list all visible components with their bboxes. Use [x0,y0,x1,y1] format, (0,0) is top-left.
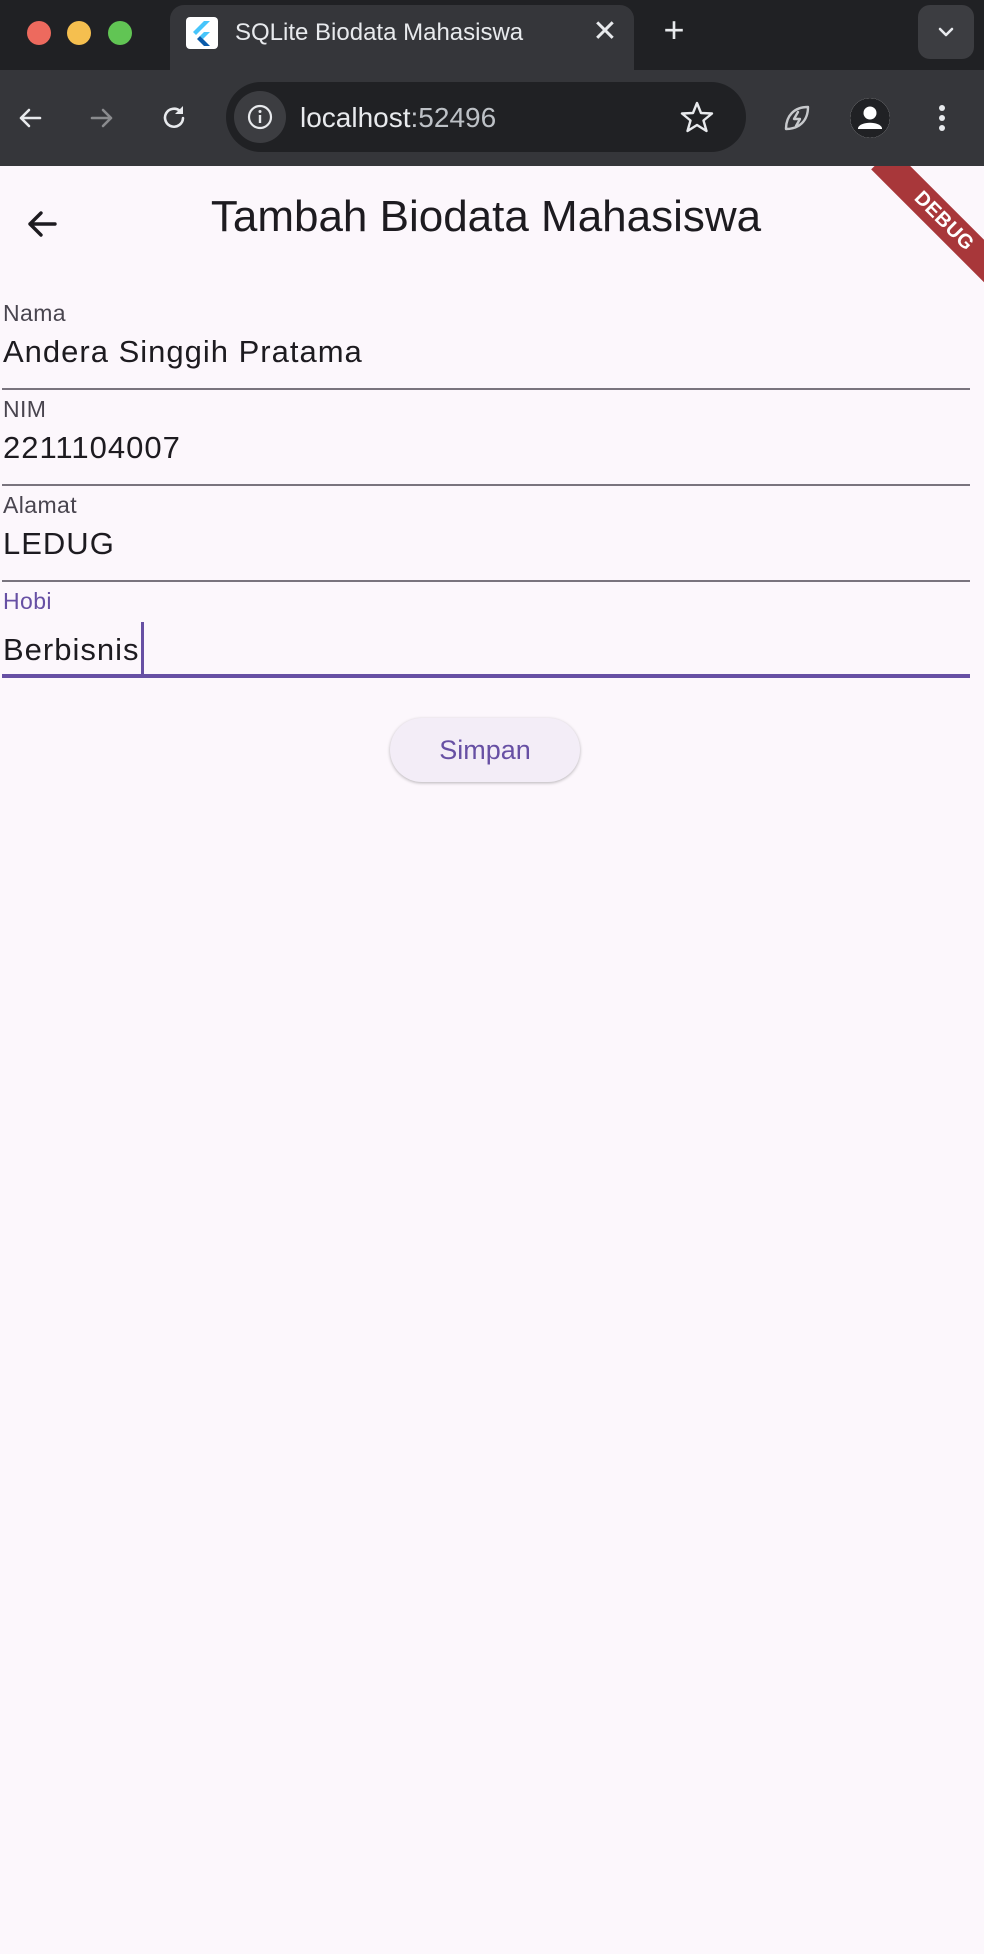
nama-label: Nama [3,300,66,326]
reload-icon [163,106,185,128]
nim-input[interactable]: 2211104007 [3,430,181,466]
window-minimize-button[interactable] [67,21,91,45]
tab-search-button[interactable] [918,5,974,59]
hobi-field[interactable]: Hobi Berbisnis [0,588,970,684]
avatar-icon[interactable] [850,98,890,138]
page-title: Tambah Biodata Mahasiswa [210,192,762,241]
browser-menu-button[interactable] [918,94,966,142]
address-bar[interactable]: localhost:52496 [226,82,746,152]
app-viewport: Tambah Biodata Mahasiswa DEBUG Nama Ande… [0,166,984,1954]
nama-input[interactable]: Andera Singgih Pratama [3,334,363,370]
reload-button[interactable] [150,94,198,142]
nama-underline [2,388,970,390]
alamat-label: Alamat [3,492,77,518]
hobi-underline [2,674,970,678]
extension-button[interactable] [773,94,821,142]
site-info-button[interactable] [234,91,286,143]
plus-icon[interactable]: + [656,12,692,48]
browser-tab-bar: SQLite Biodata Mahasiswa ✕ + [0,0,984,70]
hobi-input-wrapper[interactable]: Berbisnis [3,622,144,674]
chevron-down-icon [938,27,954,37]
info-icon [247,104,273,130]
url-text: localhost:52496 [300,102,496,134]
flutter-logo-icon [186,17,218,49]
url-port: :52496 [410,102,497,133]
alamat-field[interactable]: Alamat LEDUG [0,492,970,582]
alamat-input[interactable]: LEDUG [3,526,115,562]
forward-button[interactable] [78,94,126,142]
arrow-left-icon [19,108,42,128]
hobi-input[interactable]: Berbisnis [3,632,140,667]
app-bar: Tambah Biodata Mahasiswa [0,166,984,278]
star-icon[interactable] [678,98,716,136]
save-button[interactable]: Simpan [390,718,580,782]
text-cursor [140,622,144,674]
arrow-right-icon [90,108,113,128]
nama-field[interactable]: Nama Andera Singgih Pratama [0,300,970,390]
back-button[interactable] [6,94,54,142]
alamat-underline [2,580,970,582]
nim-underline [2,484,970,486]
tab-title: SQLite Biodata Mahasiswa [235,19,524,46]
close-icon[interactable]: ✕ [588,15,622,49]
nim-label: NIM [3,396,47,422]
nim-field[interactable]: NIM 2211104007 [0,396,970,486]
browser-tab[interactable]: SQLite Biodata Mahasiswa ✕ [170,5,634,70]
kebab-menu-icon [939,105,945,131]
browser-toolbar: localhost:52496 [0,70,984,166]
hobi-label: Hobi [3,588,52,614]
window-zoom-button[interactable] [108,21,132,45]
window-close-button[interactable] [27,21,51,45]
leaf-bolt-icon [784,105,810,131]
url-host: localhost [300,102,411,133]
